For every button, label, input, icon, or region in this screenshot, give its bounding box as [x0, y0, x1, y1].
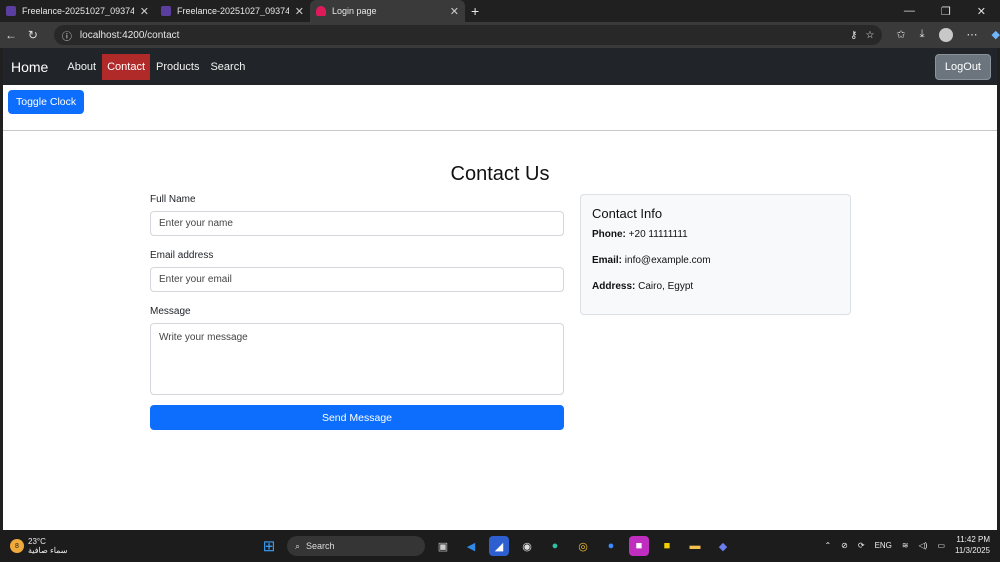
- site-navbar: Home About Contact Products Search LogOu…: [3, 48, 997, 85]
- phone-label: Phone:: [592, 229, 626, 240]
- edge-icon[interactable]: ●: [545, 536, 565, 556]
- contact-content: Full Name Enter your name Email address …: [3, 194, 997, 430]
- system-tray: ⌃ ⊘ ⟳ ENG ≋ ◁) ▭ 11:42 PM 11/3/2025: [824, 534, 990, 556]
- visual-studio-icon[interactable]: ◢: [489, 536, 509, 556]
- message-textarea[interactable]: Write your message: [150, 323, 564, 395]
- taskbar-clock[interactable]: 11:42 PM 11/3/2025: [955, 534, 990, 556]
- info-icon[interactable]: ⓘ: [62, 28, 72, 43]
- more-icon[interactable]: ⋯: [967, 28, 978, 42]
- taskbar-search-label: Search: [306, 541, 335, 551]
- file-explorer-icon[interactable]: ▬: [685, 536, 705, 556]
- name-label: Full Name: [150, 194, 196, 205]
- address-value: Cairo, Egypt: [638, 281, 694, 292]
- nav-link-contact[interactable]: Contact: [102, 53, 151, 80]
- address-label: Address:: [592, 281, 636, 292]
- star-icon[interactable]: ☆: [865, 30, 874, 41]
- profile-avatar-icon[interactable]: [938, 28, 953, 42]
- email-input[interactable]: Enter your email: [150, 267, 564, 292]
- temperature: 23°C: [28, 537, 46, 546]
- taskbar-search[interactable]: ⌕ Search: [287, 536, 425, 556]
- weather-widget[interactable]: 8 23°C سماء صافية: [10, 537, 130, 555]
- phone-value: +20 11111111: [628, 229, 688, 240]
- nav-link-search[interactable]: Search: [205, 54, 250, 80]
- tab-title: Login page: [332, 6, 377, 16]
- weather-text: سماء صافية: [28, 546, 68, 555]
- zoom-icon[interactable]: ●: [601, 536, 621, 556]
- key-icon[interactable]: ⚷: [850, 30, 857, 41]
- browser-tab-strip: Freelance-20251027_093740-Me ✕ Freelance…: [0, 0, 1000, 22]
- moon-weather-icon: 8: [10, 539, 24, 553]
- new-tab-icon[interactable]: +: [471, 3, 479, 19]
- battery-icon[interactable]: ▭: [937, 541, 945, 550]
- message-label: Message: [150, 306, 191, 317]
- weather-badge: 8: [15, 542, 19, 550]
- page-title: Contact Us: [450, 163, 550, 185]
- url-field[interactable]: ⓘ localhost:4200/contact ⚷ ☆: [53, 25, 883, 45]
- name-input[interactable]: Enter your name: [150, 211, 564, 236]
- close-tab-icon[interactable]: ✕: [140, 5, 149, 18]
- name-placeholder: Enter your name: [159, 218, 233, 229]
- close-tab-icon[interactable]: ✕: [450, 5, 459, 18]
- logout-button[interactable]: LogOut: [934, 53, 991, 80]
- app-icon[interactable]: ◉: [517, 536, 537, 556]
- message-placeholder: Write your message: [159, 332, 248, 343]
- video-file-icon: [6, 6, 16, 16]
- back-icon[interactable]: ←: [0, 28, 22, 42]
- tab-freelance-1[interactable]: Freelance-20251027_093740-Me ✕: [0, 0, 155, 22]
- teams-icon[interactable]: ◆: [713, 536, 733, 556]
- language-indicator[interactable]: ENG: [875, 541, 892, 550]
- chrome-icon[interactable]: ◎: [573, 536, 593, 556]
- sticky-notes-icon[interactable]: ■: [657, 536, 677, 556]
- maximize-icon[interactable]: ❐: [941, 5, 951, 18]
- volume-icon[interactable]: ◁): [919, 541, 928, 550]
- jetbrains-icon[interactable]: ■: [629, 536, 649, 556]
- send-message-button[interactable]: Send Message: [150, 405, 564, 430]
- phone-row: Phone: +20 11111111: [592, 229, 839, 240]
- favorites-icon[interactable]: ✩: [896, 28, 905, 42]
- clock-date: 11/3/2025: [955, 546, 990, 555]
- nav-link-about[interactable]: About: [62, 54, 101, 80]
- nav-brand-home[interactable]: Home: [11, 59, 48, 75]
- tab-freelance-2[interactable]: Freelance-20251027_093740-Me ✕: [155, 0, 310, 22]
- page-viewport: Home About Contact Products Search LogOu…: [3, 48, 997, 530]
- download-icon[interactable]: ⤓: [920, 28, 925, 42]
- copilot-icon[interactable]: ◆: [992, 28, 1000, 42]
- email-info-label: Email:: [592, 255, 623, 266]
- email-placeholder: Enter your email: [159, 274, 232, 285]
- tab-title: Freelance-20251027_093740-Me: [177, 6, 289, 16]
- clock-row: Toggle Clock: [3, 85, 997, 131]
- close-window-icon[interactable]: ✕: [977, 5, 986, 18]
- vscode-icon[interactable]: ◀: [461, 536, 481, 556]
- windows-start-icon[interactable]: ⊞: [259, 536, 279, 556]
- search-icon: ⌕: [295, 540, 301, 551]
- angular-icon: [316, 6, 326, 16]
- toggle-clock-button[interactable]: Toggle Clock: [8, 90, 85, 114]
- email-label: Email address: [150, 250, 214, 261]
- task-view-icon[interactable]: ▣: [433, 536, 453, 556]
- tab-title: Freelance-20251027_093740-Me: [22, 6, 134, 16]
- wifi-icon[interactable]: ≋: [902, 541, 909, 550]
- close-tab-icon[interactable]: ✕: [295, 5, 304, 18]
- video-file-icon: [161, 6, 171, 16]
- contact-info-card: Contact Info Phone: +20 11111111 Email: …: [580, 194, 851, 315]
- address-row: Address: Cairo, Egypt: [592, 281, 839, 292]
- tab-login-page[interactable]: Login page ✕: [310, 0, 465, 22]
- email-row: Email: info@example.com: [592, 255, 839, 266]
- nav-link-products[interactable]: Products: [151, 54, 204, 80]
- contact-info-title: Contact Info: [592, 206, 663, 221]
- address-bar-row: ← ↻ ⓘ localhost:4200/contact ⚷ ☆ ✩ ⤓ ⋯ ◆: [0, 22, 1000, 48]
- sync-icon[interactable]: ⟳: [858, 541, 865, 550]
- chevron-up-icon[interactable]: ⌃: [824, 541, 831, 550]
- minimize-icon[interactable]: —: [904, 5, 915, 18]
- windows-taskbar: 8 23°C سماء صافية ⊞ ⌕ Search ▣ ◀ ◢ ◉ ● ◎…: [0, 530, 1000, 562]
- url-text: localhost:4200/contact: [79, 29, 180, 41]
- clock-time: 11:42 PM: [956, 535, 990, 544]
- email-value: info@example.com: [624, 255, 711, 266]
- reload-icon[interactable]: ↻: [22, 28, 44, 42]
- network-off-icon[interactable]: ⊘: [841, 541, 848, 550]
- contact-form: Full Name Enter your name Email address …: [150, 194, 564, 430]
